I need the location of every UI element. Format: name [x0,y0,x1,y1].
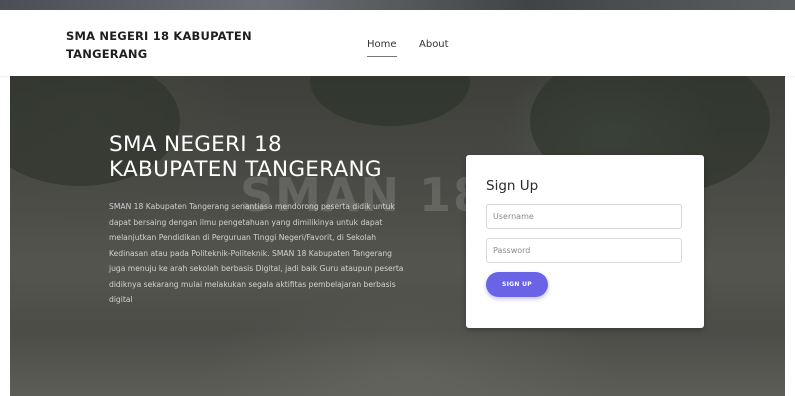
navbar: SMA NEGERI 18 KABUPATEN TANGERANG Home A… [0,10,795,76]
brand-title[interactable]: SMA NEGERI 18 KABUPATEN TANGERANG [66,27,266,63]
password-input[interactable] [486,238,682,263]
sign-up-button[interactable]: SIGN UP [486,272,548,297]
nav-link-home[interactable]: Home [367,39,397,57]
username-input[interactable] [486,204,682,229]
background-tree-shape [310,76,470,126]
hero-title: SMA NEGERI 18 KABUPATEN TANGERANG [109,132,382,182]
hero-description: SMAN 18 Kabupaten Tangerang senantiasa m… [109,202,404,304]
signup-title: Sign Up [486,178,539,194]
top-image-strip [0,0,795,10]
nav-link-about[interactable]: About [419,39,449,50]
signup-card: Sign Up SIGN UP [466,155,704,328]
